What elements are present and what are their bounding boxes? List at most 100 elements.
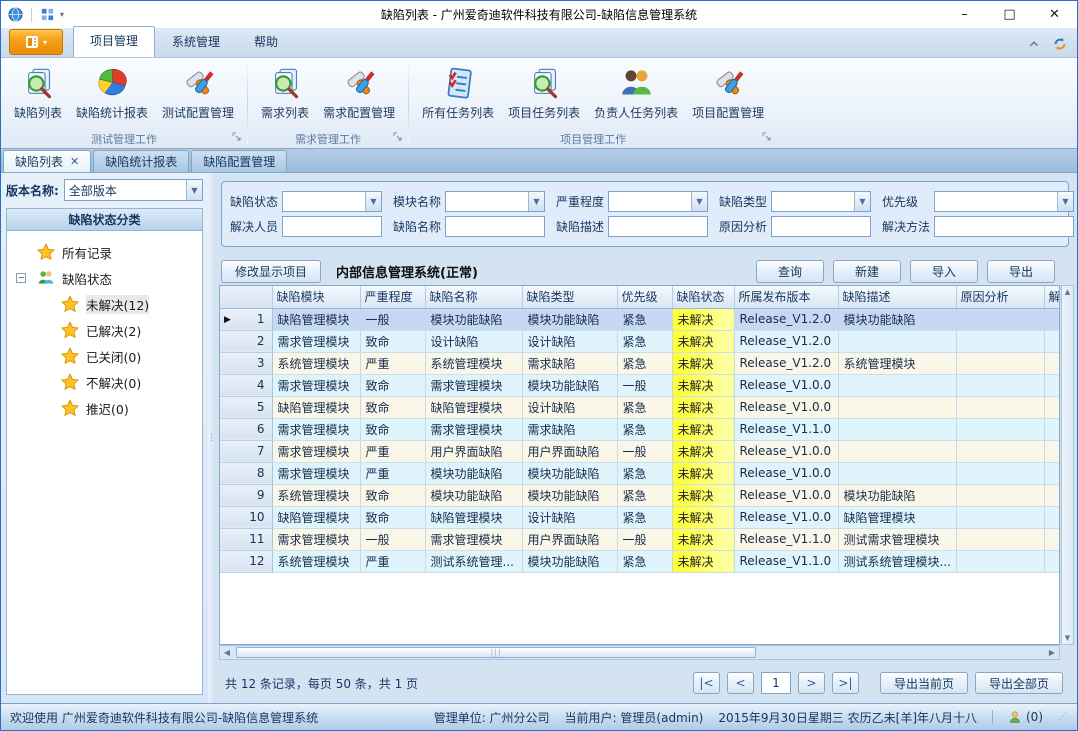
table-row[interactable]: 3系统管理模块严重系统管理模块需求缺陷紧急未解决Release_V1.2.0系统… bbox=[220, 352, 1060, 374]
defect-stats-button[interactable]: 缺陷统计报表 bbox=[69, 62, 155, 123]
chevron-down-icon[interactable]: ▼ bbox=[528, 192, 544, 211]
dialog-launcher-icon[interactable] bbox=[762, 131, 771, 144]
column-header[interactable]: 缺陷描述 bbox=[838, 286, 956, 308]
table-row[interactable]: 4需求管理模块致命需求管理模块模块功能缺陷一般未解决Release_V1.0.0 bbox=[220, 374, 1060, 396]
column-header[interactable]: 严重程度 bbox=[360, 286, 425, 308]
tree-item[interactable]: 所有记录 bbox=[9, 239, 200, 265]
first-page-button[interactable]: |< bbox=[693, 672, 720, 694]
requirement-config-button[interactable]: 需求配置管理 bbox=[316, 62, 402, 123]
filter-combobox[interactable]: ▼ bbox=[608, 191, 708, 212]
version-combobox[interactable]: 全部版本 ▼ bbox=[64, 179, 203, 201]
row-header[interactable]: 12 bbox=[220, 550, 272, 572]
table-row[interactable]: 9系统管理模块致命模块功能缺陷模块功能缺陷紧急未解决Release_V1.0.0… bbox=[220, 484, 1060, 506]
column-header[interactable]: 缺陷模块 bbox=[272, 286, 360, 308]
table-row[interactable]: 5缺陷管理模块致命缺陷管理模块设计缺陷紧急未解决Release_V1.0.0 bbox=[220, 396, 1060, 418]
sync-icon[interactable] bbox=[1053, 37, 1067, 51]
all-tasks-button[interactable]: 所有任务列表 bbox=[415, 62, 501, 123]
ribbon-tab[interactable]: 帮助 bbox=[237, 27, 295, 57]
row-header[interactable]: 6 bbox=[220, 418, 272, 440]
modify-display-button[interactable]: 修改显示项目 bbox=[221, 260, 321, 283]
resize-grip[interactable]: ⋰ bbox=[1058, 712, 1068, 722]
filter-combobox[interactable]: ▼ bbox=[934, 191, 1074, 212]
filter-combobox[interactable]: ▼ bbox=[445, 191, 545, 212]
scrollbar-thumb[interactable]: ||| bbox=[236, 647, 756, 658]
table-row[interactable]: 12系统管理模块严重测试系统管理...模块功能缺陷紧急未解决Release_V1… bbox=[220, 550, 1060, 572]
column-header[interactable]: 缺陷类型 bbox=[522, 286, 617, 308]
close-tab-icon[interactable]: ✕ bbox=[70, 155, 79, 168]
row-header[interactable]: 1▶ bbox=[220, 308, 272, 330]
vertical-scrollbar[interactable]: ▲▼ bbox=[1061, 285, 1074, 645]
scroll-right-icon[interactable]: ▶ bbox=[1045, 648, 1059, 657]
chevron-down-icon[interactable]: ▼ bbox=[1057, 192, 1073, 211]
table-row[interactable]: 7需求管理模块严重用户界面缺陷用户界面缺陷一般未解决Release_V1.0.0 bbox=[220, 440, 1060, 462]
dropdown-arrow-icon[interactable]: ▾ bbox=[60, 10, 64, 19]
filter-combobox[interactable]: ▼ bbox=[282, 191, 382, 212]
table-row[interactable]: 8需求管理模块严重模块功能缺陷模块功能缺陷紧急未解决Release_V1.0.0 bbox=[220, 462, 1060, 484]
export-current-page-button[interactable]: 导出当前页 bbox=[880, 672, 968, 694]
tree-item[interactable]: 未解决(12) bbox=[9, 291, 200, 317]
row-header[interactable]: 5 bbox=[220, 396, 272, 418]
new-button[interactable]: 新建 bbox=[833, 260, 901, 283]
row-header[interactable]: 4 bbox=[220, 374, 272, 396]
document-tab[interactable]: 缺陷配置管理 bbox=[191, 150, 287, 172]
filter-input[interactable] bbox=[934, 216, 1074, 237]
prev-page-button[interactable]: < bbox=[727, 672, 754, 694]
table-row[interactable]: 1▶缺陷管理模块一般模块功能缺陷模块功能缺陷紧急未解决Release_V1.2.… bbox=[220, 308, 1060, 330]
table-row[interactable]: 11需求管理模块一般需求管理模块用户界面缺陷一般未解决Release_V1.1.… bbox=[220, 528, 1060, 550]
tree-expander-icon[interactable]: − bbox=[16, 273, 26, 283]
application-menu-button[interactable]: ▾ bbox=[9, 29, 63, 55]
project-tasks-button[interactable]: 项目任务列表 bbox=[501, 62, 587, 123]
filter-combobox[interactable]: ▼ bbox=[771, 191, 871, 212]
export-button[interactable]: 导出 bbox=[987, 260, 1055, 283]
minimize-button[interactable]: – bbox=[942, 2, 987, 28]
project-config-button[interactable]: 项目配置管理 bbox=[685, 62, 771, 123]
export-all-pages-button[interactable]: 导出全部页 bbox=[975, 672, 1063, 694]
ribbon-tab[interactable]: 项目管理 bbox=[73, 26, 155, 57]
horizontal-scrollbar[interactable]: ◀ ||| ▶ bbox=[219, 645, 1060, 660]
document-tab[interactable]: 缺陷统计报表 bbox=[93, 150, 189, 172]
sidebar-splitter[interactable]: ⋮ bbox=[208, 173, 215, 703]
column-header[interactable]: 所属发布版本 bbox=[734, 286, 838, 308]
filter-input[interactable] bbox=[445, 216, 545, 237]
import-button[interactable]: 导入 bbox=[910, 260, 978, 283]
maximize-button[interactable]: □ bbox=[987, 2, 1032, 28]
scroll-left-icon[interactable]: ◀ bbox=[220, 648, 234, 657]
column-header[interactable]: 解决方法 bbox=[1044, 286, 1060, 308]
document-tab[interactable]: 缺陷列表✕ bbox=[3, 150, 91, 172]
tree-item[interactable]: 不解决(0) bbox=[9, 369, 200, 395]
chevron-down-icon[interactable]: ▼ bbox=[854, 192, 870, 211]
table-row[interactable]: 6需求管理模块致命需求管理模块需求缺陷紧急未解决Release_V1.1.0 bbox=[220, 418, 1060, 440]
tree-item[interactable]: 推迟(0) bbox=[9, 395, 200, 421]
dialog-launcher-icon[interactable] bbox=[393, 131, 402, 144]
next-page-button[interactable]: > bbox=[798, 672, 825, 694]
row-header[interactable]: 3 bbox=[220, 352, 272, 374]
row-header[interactable]: 7 bbox=[220, 440, 272, 462]
scroll-up-icon[interactable]: ▲ bbox=[1065, 288, 1070, 296]
column-header[interactable]: 缺陷名称 bbox=[425, 286, 522, 308]
chevron-down-icon[interactable]: ▼ bbox=[186, 180, 202, 200]
defect-list-button[interactable]: 缺陷列表 bbox=[7, 62, 69, 123]
query-button[interactable]: 查询 bbox=[756, 260, 824, 283]
column-header[interactable]: 原因分析 bbox=[956, 286, 1044, 308]
owner-tasks-button[interactable]: 负责人任务列表 bbox=[587, 62, 685, 123]
filter-input[interactable] bbox=[771, 216, 871, 237]
table-row[interactable]: 2需求管理模块致命设计缺陷设计缺陷紧急未解决Release_V1.2.0 bbox=[220, 330, 1060, 352]
row-header[interactable]: 8 bbox=[220, 462, 272, 484]
row-header[interactable]: 9 bbox=[220, 484, 272, 506]
row-header[interactable]: 2 bbox=[220, 330, 272, 352]
collapse-ribbon-icon[interactable] bbox=[1025, 36, 1043, 52]
ribbon-tab[interactable]: 系统管理 bbox=[155, 27, 237, 57]
dialog-launcher-icon[interactable] bbox=[232, 131, 241, 144]
column-header[interactable]: 优先级 bbox=[617, 286, 672, 308]
test-config-button[interactable]: 测试配置管理 bbox=[155, 62, 241, 123]
chevron-down-icon[interactable]: ▼ bbox=[365, 192, 381, 211]
tree-item[interactable]: 已关闭(0) bbox=[9, 343, 200, 369]
last-page-button[interactable]: >| bbox=[832, 672, 859, 694]
column-header[interactable]: 缺陷状态 bbox=[672, 286, 734, 308]
tree-item[interactable]: −缺陷状态 bbox=[9, 265, 200, 291]
chevron-down-icon[interactable]: ▼ bbox=[691, 192, 707, 211]
tree-item[interactable]: 已解决(2) bbox=[9, 317, 200, 343]
filter-input[interactable] bbox=[282, 216, 382, 237]
requirement-list-button[interactable]: 需求列表 bbox=[254, 62, 316, 123]
close-button[interactable]: ✕ bbox=[1032, 2, 1077, 28]
